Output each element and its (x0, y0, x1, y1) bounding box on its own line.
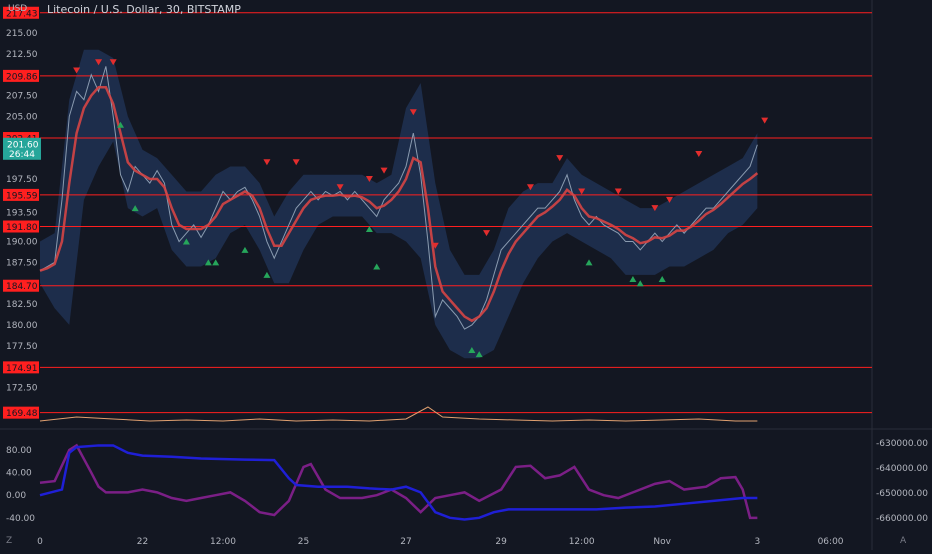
price-tick-label: 190.00 (6, 238, 38, 248)
price-tick-label: 180.00 (6, 321, 38, 331)
price-tick-label: 197.50 (6, 175, 38, 185)
time-tick-label: Nov (653, 537, 671, 547)
price-tick-label: 212.50 (6, 50, 38, 60)
chart-stage[interactable]: 217.43209.86202.41195.59191.80184.70174.… (0, 0, 932, 550)
level-label: 209.86 (6, 72, 38, 82)
time-tick-label: 25 (298, 537, 309, 547)
chart-svg[interactable]: 217.43209.86202.41195.59191.80184.70174.… (0, 0, 932, 550)
chart-title: Litecoin / U.S. Dollar, 30, BITSTAMP (47, 3, 241, 16)
currency-label: USD (8, 4, 28, 14)
price-tick-label: 193.50 (6, 208, 38, 218)
oscillator-tick-label: 0.00 (6, 491, 26, 501)
time-tick-label: 27 (400, 537, 411, 547)
countdown-label: 26:44 (9, 150, 35, 160)
current-price-label: 201.60 (7, 140, 39, 150)
oscillator-right-tick-label: -650000.00 (876, 489, 928, 499)
oscillator-tick-label: -40.00 (6, 514, 35, 524)
oscillator-right-tick-label: -630000.00 (876, 439, 928, 449)
time-tick-label: 12:00 (569, 537, 595, 547)
time-tick-label: 3 (754, 537, 760, 547)
time-tick-label: 29 (495, 537, 507, 547)
oscillator-tick-label: 80.00 (6, 446, 32, 456)
level-label: 184.70 (6, 282, 38, 292)
price-tick-label: 172.50 (6, 383, 38, 393)
level-label: 191.80 (6, 223, 38, 233)
price-tick-label: 215.00 (6, 29, 38, 39)
time-tick-label: 12:00 (210, 537, 236, 547)
price-tick-label: 205.00 (6, 112, 38, 122)
time-tick-label: 22 (137, 537, 148, 547)
level-label: 169.48 (6, 409, 38, 419)
oscillator-tick-label: 40.00 (6, 469, 32, 479)
price-tick-label: 207.50 (6, 92, 38, 102)
price-tick-label: 182.50 (6, 300, 38, 310)
price-tick-label: 177.50 (6, 342, 38, 352)
level-label: 195.59 (6, 191, 38, 201)
oscillator-right-tick-label: -640000.00 (876, 464, 928, 474)
time-tick-label: 06:00 (818, 537, 844, 547)
oscillator-right-tick-label: -660000.00 (876, 514, 928, 524)
time-tick-label: 0 (37, 537, 43, 547)
timezone-button[interactable]: Z (6, 536, 12, 546)
auto-scale-button[interactable]: A (900, 536, 906, 546)
price-tick-label: 187.50 (6, 258, 38, 268)
level-label: 174.91 (6, 364, 38, 374)
